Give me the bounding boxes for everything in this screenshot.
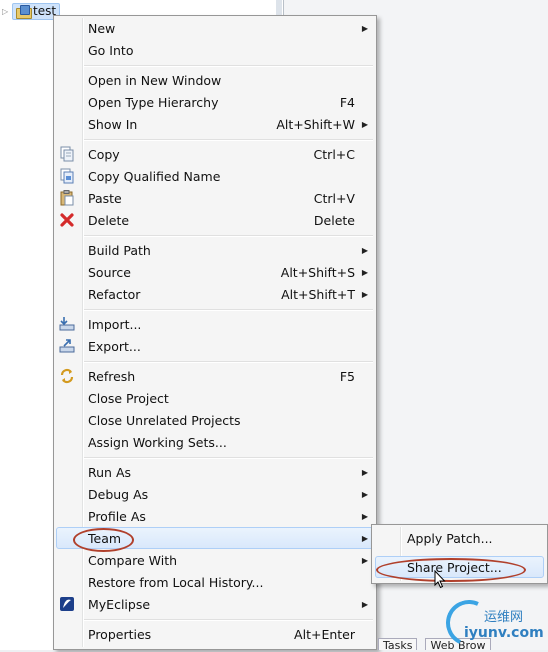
menu-separator bbox=[84, 361, 373, 363]
mouse-cursor-icon bbox=[434, 569, 446, 592]
menu-item-source[interactable]: Source Alt+Shift+S ▶ bbox=[56, 261, 374, 283]
menu-item-new[interactable]: New ▶ bbox=[56, 17, 374, 39]
submenu-arrow-icon: ▶ bbox=[361, 119, 368, 129]
copy-qualified-name-icon bbox=[59, 168, 75, 184]
submenu-arrow-icon: ▶ bbox=[361, 245, 368, 255]
menu-item-show-in[interactable]: Show In Alt+Shift+W ▶ bbox=[56, 113, 374, 135]
menu-item-compare-with[interactable]: Compare With ▶ bbox=[56, 549, 374, 571]
menu-separator bbox=[84, 619, 373, 621]
menu-item-close-unrelated-projects[interactable]: Close Unrelated Projects bbox=[56, 409, 374, 431]
myeclipse-icon bbox=[59, 596, 75, 612]
menu-separator bbox=[84, 65, 373, 67]
menu-item-restore-from-local-history[interactable]: Restore from Local History... bbox=[56, 571, 374, 593]
menu-item-export[interactable]: Export... bbox=[56, 335, 374, 357]
import-icon bbox=[59, 316, 75, 332]
submenu-arrow-icon: ▶ bbox=[361, 267, 368, 277]
menu-item-delete[interactable]: Delete Delete bbox=[56, 209, 374, 231]
paste-icon bbox=[59, 190, 75, 206]
menu-item-profile-as[interactable]: Profile As ▶ bbox=[56, 505, 374, 527]
menu-item-run-as[interactable]: Run As ▶ bbox=[56, 461, 374, 483]
menu-item-refactor[interactable]: Refactor Alt+Shift+T ▶ bbox=[56, 283, 374, 305]
menu-item-open-in-new-window[interactable]: Open in New Window bbox=[56, 69, 374, 91]
menu-item-paste[interactable]: Paste Ctrl+V bbox=[56, 187, 374, 209]
menu-item-open-type-hierarchy[interactable]: Open Type Hierarchy F4 bbox=[56, 91, 374, 113]
menu-separator bbox=[84, 309, 373, 311]
menu-separator bbox=[84, 139, 373, 141]
menu-separator bbox=[84, 457, 373, 459]
watermark-line1: 运维网 bbox=[484, 610, 524, 625]
menu-item-close-project[interactable]: Close Project bbox=[56, 387, 374, 409]
submenu-arrow-icon: ▶ bbox=[361, 467, 368, 477]
menu-separator bbox=[84, 235, 373, 237]
menu-item-apply-patch[interactable]: Apply Patch... bbox=[374, 527, 545, 549]
submenu-arrow-icon: ▶ bbox=[361, 511, 368, 521]
watermark-logo: 运维网 iyunv.com bbox=[439, 593, 546, 652]
java-project-icon bbox=[16, 4, 32, 19]
refresh-icon bbox=[59, 368, 75, 384]
watermark-line2: iyunv.com bbox=[464, 625, 544, 641]
expand-icon[interactable]: ▷ bbox=[2, 7, 12, 16]
copy-icon bbox=[59, 146, 75, 162]
menu-item-properties[interactable]: Properties Alt+Enter bbox=[56, 623, 374, 645]
submenu-arrow-icon: ▶ bbox=[361, 533, 368, 543]
menu-item-build-path[interactable]: Build Path ▶ bbox=[56, 239, 374, 261]
context-menu: New ▶ Go Into Open in New Window Open Ty… bbox=[53, 15, 377, 650]
annotation-ellipse-share-project bbox=[376, 558, 526, 582]
menu-item-myeclipse[interactable]: MyEclipse ▶ bbox=[56, 593, 374, 615]
submenu-arrow-icon: ▶ bbox=[361, 599, 368, 609]
menu-item-copy-qualified-name[interactable]: Copy Qualified Name bbox=[56, 165, 374, 187]
menu-item-copy[interactable]: Copy Ctrl+C bbox=[56, 143, 374, 165]
menu-item-refresh[interactable]: Refresh F5 bbox=[56, 365, 374, 387]
menu-item-import[interactable]: Import... bbox=[56, 313, 374, 335]
menu-item-assign-working-sets[interactable]: Assign Working Sets... bbox=[56, 431, 374, 453]
tab-tasks[interactable]: Tasks bbox=[378, 638, 418, 652]
delete-icon bbox=[59, 212, 75, 228]
submenu-arrow-icon: ▶ bbox=[361, 555, 368, 565]
submenu-arrow-icon: ▶ bbox=[361, 489, 368, 499]
submenu-arrow-icon: ▶ bbox=[361, 289, 368, 299]
menu-item-debug-as[interactable]: Debug As ▶ bbox=[56, 483, 374, 505]
tree-row-test[interactable]: ▷ test bbox=[2, 2, 61, 20]
menu-item-go-into[interactable]: Go Into bbox=[56, 39, 374, 61]
export-icon bbox=[59, 338, 75, 354]
annotation-ellipse-team bbox=[73, 528, 134, 552]
submenu-arrow-icon: ▶ bbox=[361, 23, 368, 33]
